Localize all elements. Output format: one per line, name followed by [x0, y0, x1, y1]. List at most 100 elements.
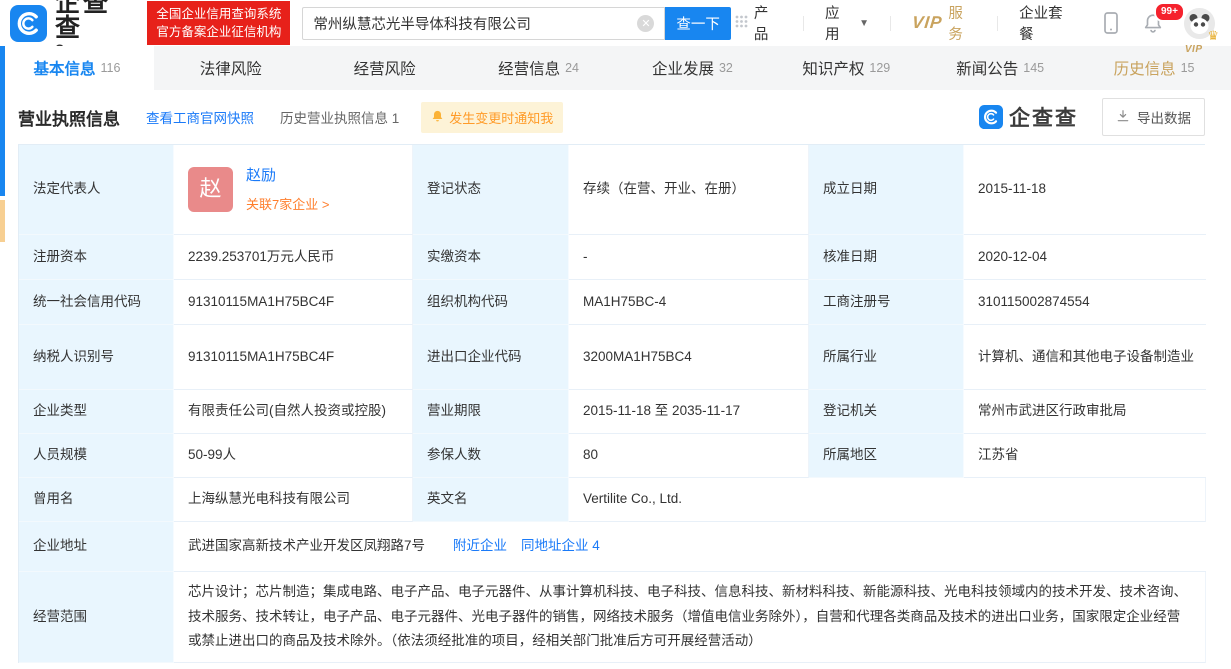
- est-date-label: 成立日期: [809, 145, 964, 235]
- tab-news[interactable]: 新闻公告 145: [923, 46, 1077, 90]
- tab-legal-risk[interactable]: 法律风险: [154, 46, 308, 90]
- region-value: 江苏省: [964, 434, 1206, 478]
- user-avatar[interactable]: ♛: [1184, 8, 1215, 39]
- credit-code-value: 91310115MA1H75BC4F: [174, 280, 413, 325]
- insured-count-label: 参保人数: [413, 434, 569, 478]
- nav-enterprise-package[interactable]: 企业套餐: [1015, 2, 1080, 44]
- address-value: 武进国家高新技术产业开发区凤翔路7号 附近企业 同地址企业 4: [174, 522, 1206, 572]
- crown-icon: ♛: [1207, 28, 1219, 44]
- former-name-label: 曾用名: [19, 478, 174, 522]
- reg-capital-value: 2239.253701万元人民币: [174, 235, 413, 280]
- vip-tag: VIP: [1185, 44, 1203, 55]
- official-badge: 全国企业信用查询系统 官方备案企业征信机构: [147, 1, 290, 45]
- former-name-value: 上海纵慧光电科技有限公司: [174, 478, 413, 522]
- qcc-watermark-icon: [979, 105, 1003, 129]
- legal-rep-name-link[interactable]: 赵励: [246, 164, 329, 187]
- industry-value: 计算机、通信和其他电子设备制造业: [964, 325, 1206, 390]
- legal-rep-avatar[interactable]: 赵: [188, 167, 233, 212]
- tab-count: 116: [100, 61, 120, 75]
- address-text: 武进国家高新技术产业开发区凤翔路7号: [188, 536, 425, 557]
- tab-count: 24: [565, 61, 579, 75]
- nav-apps[interactable]: 应用 ▼: [821, 2, 873, 44]
- nav-products-label: 产品: [754, 2, 782, 44]
- address-label: 企业地址: [19, 522, 174, 572]
- notifications-button[interactable]: 99+: [1142, 11, 1164, 35]
- est-date-value: 2015-11-18: [964, 145, 1206, 235]
- notification-count-badge: 99+: [1154, 2, 1185, 22]
- tab-history-info[interactable]: 历史信息 15 VIP: [1077, 46, 1231, 90]
- import-export-code-label: 进出口企业代码: [413, 325, 569, 390]
- brand-name: 企查查: [55, 0, 138, 41]
- chevron-down-icon: ▼: [859, 18, 869, 29]
- org-code-label: 组织机构代码: [413, 280, 569, 325]
- reg-authority-value: 常州市武进区行政审批局: [964, 390, 1206, 434]
- approve-date-label: 核准日期: [809, 235, 964, 280]
- bell-icon: [431, 109, 444, 126]
- legal-rep-value: 赵 赵励 关联7家企业 >: [174, 145, 413, 235]
- business-scope-value: 芯片设计；芯片制造；集成电路、电子产品、电子元器件、从事计算机科技、电子科技、信…: [174, 572, 1206, 663]
- search-box[interactable]: ✕: [302, 7, 665, 40]
- side-anchor-strip-orange[interactable]: [0, 200, 5, 242]
- nearby-companies-link[interactable]: 附近企业: [453, 536, 507, 557]
- export-data-button[interactable]: 导出数据: [1102, 98, 1205, 136]
- tab-intellectual-property[interactable]: 知识产权 129: [769, 46, 923, 90]
- reg-authority-label: 登记机关: [809, 390, 964, 434]
- credit-code-label: 统一社会信用代码: [19, 280, 174, 325]
- tab-label: 知识产权: [802, 57, 864, 79]
- qcc-watermark-text: 企查查: [1009, 102, 1078, 132]
- tab-count: 32: [719, 61, 733, 75]
- divider: [890, 16, 891, 31]
- nav-package-label: 企业套餐: [1019, 2, 1076, 44]
- vip-logo: VIP: [911, 13, 944, 33]
- notify-on-change-button[interactable]: 发生变更时通知我: [421, 102, 563, 133]
- grid-icon: [735, 15, 748, 32]
- tab-count: 15: [1181, 61, 1195, 75]
- tab-label: 经营风险: [354, 57, 416, 79]
- section-header: 营业执照信息 查看工商官网快照 历史营业执照信息 1 发生变更时通知我 企查查: [0, 90, 1231, 144]
- qcc-logo-icon[interactable]: [10, 5, 47, 42]
- top-nav: 产品 应用 ▼ VIP 服务 企业套餐 99+: [731, 2, 1221, 44]
- mobile-app-button[interactable]: [1102, 11, 1120, 35]
- staff-size-value: 50-99人: [174, 434, 413, 478]
- tab-operation-info[interactable]: 经营信息 24: [462, 46, 616, 90]
- taxpayer-id-value: 91310115MA1H75BC4F: [174, 325, 413, 390]
- tab-label: 法律风险: [200, 57, 262, 79]
- history-license-link[interactable]: 历史营业执照信息 1: [280, 107, 399, 127]
- reg-number-label: 工商注册号: [809, 280, 964, 325]
- tab-operation-risk[interactable]: 经营风险: [308, 46, 462, 90]
- english-name-value: Vertilite Co., Ltd.: [569, 478, 1206, 522]
- reg-capital-label: 注册资本: [19, 235, 174, 280]
- side-anchor-strip-blue[interactable]: [0, 46, 5, 196]
- export-label: 导出数据: [1137, 107, 1191, 127]
- tab-count: 145: [1023, 61, 1044, 75]
- search-input[interactable]: [313, 15, 637, 31]
- business-scope-text: 芯片设计；芯片制造；集成电路、电子产品、电子元器件、从事计算机科技、电子科技、信…: [188, 580, 1193, 655]
- tab-company-development[interactable]: 企业发展 32: [616, 46, 770, 90]
- notify-label: 发生变更时通知我: [449, 108, 553, 127]
- business-license-table: 法定代表人 赵 赵励 关联7家企业 > 登记状态 存续（在营、开业、在册） 成立…: [18, 144, 1205, 663]
- reg-number-value: 310115002874554: [964, 280, 1206, 325]
- nav-products[interactable]: 产品: [731, 2, 786, 44]
- paid-capital-label: 实缴资本: [413, 235, 569, 280]
- approve-date-value: 2020-12-04: [964, 235, 1206, 280]
- clear-search-icon[interactable]: ✕: [637, 15, 654, 32]
- tab-basic-info[interactable]: 基本信息 116: [0, 46, 154, 90]
- nav-vip-label: 服务: [948, 2, 976, 44]
- top-header: 企查查 Qcc.com 全国企业信用查询系统 官方备案企业征信机构 ✕ 查一下 …: [0, 0, 1231, 46]
- same-address-companies-link[interactable]: 同地址企业 4: [521, 536, 600, 557]
- search-button[interactable]: 查一下: [665, 7, 730, 40]
- reg-status-value: 存续（在营、开业、在册）: [569, 145, 809, 235]
- related-companies-link[interactable]: 关联7家企业 >: [246, 195, 329, 215]
- tab-label: 新闻公告: [956, 57, 1018, 79]
- english-name-label: 英文名: [413, 478, 569, 522]
- tab-bar: 基本信息 116 法律风险 经营风险 经营信息 24 企业发展 32 知识产权 …: [0, 46, 1231, 90]
- nav-vip-service[interactable]: VIP 服务: [908, 2, 980, 44]
- qcc-watermark-logo: 企查查: [979, 102, 1078, 132]
- import-export-code-value: 3200MA1H75BC4: [569, 325, 809, 390]
- nav-apps-label: 应用: [825, 2, 853, 44]
- snapshot-link[interactable]: 查看工商官网快照: [146, 107, 254, 127]
- section-title: 营业执照信息: [18, 105, 120, 130]
- divider: [997, 16, 998, 31]
- business-term-label: 营业期限: [413, 390, 569, 434]
- tab-label: 经营信息: [498, 57, 560, 79]
